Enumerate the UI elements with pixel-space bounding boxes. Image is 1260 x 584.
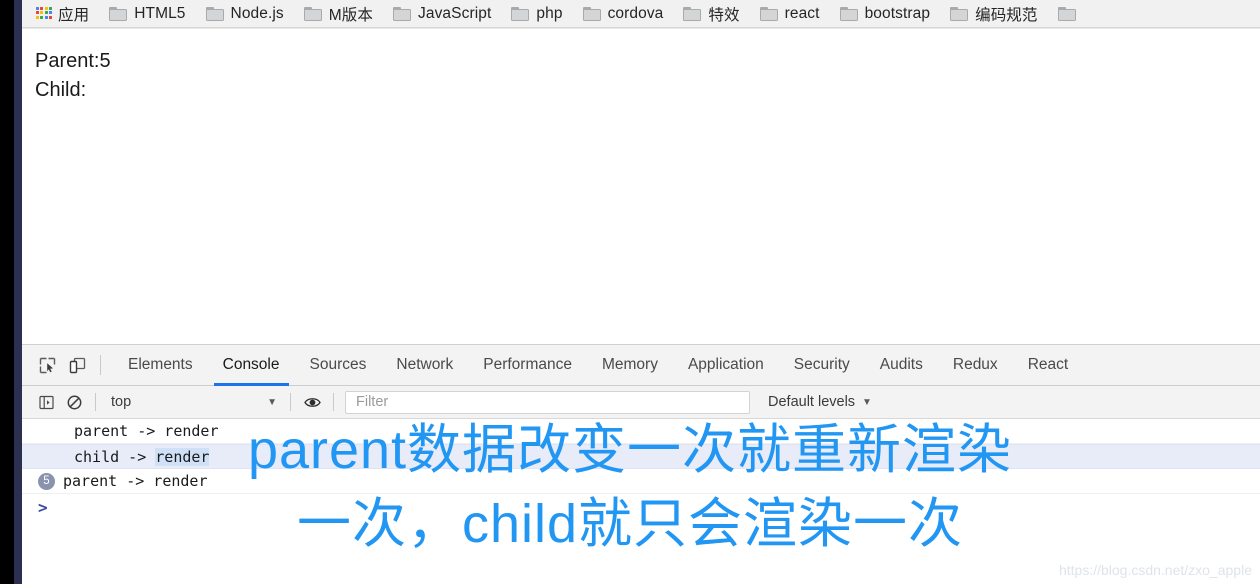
bookmark-label: Node.js	[230, 4, 284, 22]
bookmark-item-cordova[interactable]: cordova	[582, 0, 673, 27]
bookmark-apps[interactable]: 应用	[36, 0, 98, 27]
bookmark-item-javascript[interactable]: JavaScript	[393, 0, 500, 27]
execution-context-value: top	[111, 394, 132, 410]
tab-security[interactable]: Security	[779, 345, 865, 386]
tab-network[interactable]: Network	[381, 345, 468, 386]
tab-label: Memory	[601, 356, 658, 373]
device-toolbar-icon[interactable]	[62, 350, 92, 380]
console-prompt-caret: >	[38, 498, 48, 517]
chevron-down-icon: ▼	[862, 396, 872, 408]
log-levels-label: Default levels	[768, 394, 856, 410]
tab-label: Console	[222, 356, 280, 373]
folder-icon	[582, 6, 601, 21]
tab-label: Audits	[879, 356, 923, 373]
bookmark-label: php	[536, 4, 563, 22]
bookmark-item-texiao[interactable]: 特效	[683, 0, 748, 27]
folder-icon	[511, 6, 530, 21]
bookmark-item-overflow[interactable]	[1057, 0, 1092, 27]
bookmark-item-bianmaguifan[interactable]: 编码规范	[950, 0, 1046, 27]
execution-context-select[interactable]: top ▼	[103, 391, 283, 414]
console-log-selected-text: render	[155, 447, 210, 466]
live-expression-eye-icon[interactable]	[298, 388, 326, 416]
toolbar-divider	[100, 355, 101, 375]
apps-grid-icon	[36, 7, 53, 20]
tab-label: Application	[687, 356, 764, 373]
bookmark-label: bootstrap	[864, 4, 931, 22]
tab-application[interactable]: Application	[673, 345, 779, 386]
bookmark-label: HTML5	[134, 4, 186, 22]
tab-react[interactable]: React	[1013, 345, 1084, 386]
tab-performance[interactable]: Performance	[468, 345, 587, 386]
tab-audits[interactable]: Audits	[865, 345, 938, 386]
toolbar-divider	[290, 393, 291, 411]
console-log-message: parent -> render	[63, 472, 208, 490]
console-log-row-selected[interactable]: child -> render	[22, 444, 1260, 469]
tab-label: Security	[793, 356, 850, 373]
tab-console[interactable]: Console	[208, 345, 295, 386]
tab-redux[interactable]: Redux	[938, 345, 1013, 386]
folder-icon	[393, 6, 412, 21]
toolbar-divider	[95, 393, 96, 411]
tab-label: Network	[396, 356, 454, 373]
console-filter-placeholder: Filter	[356, 394, 389, 410]
folder-icon	[950, 6, 969, 21]
bookmark-label: JavaScript	[418, 4, 492, 22]
chevron-down-icon: ▼	[267, 396, 277, 408]
tab-label: React	[1027, 356, 1069, 373]
tab-memory[interactable]: Memory	[587, 345, 673, 386]
tab-label: Elements	[128, 356, 193, 373]
bookmark-label: cordova	[607, 4, 664, 22]
bookmark-item-bootstrap[interactable]: bootstrap	[839, 0, 940, 27]
folder-icon	[109, 6, 128, 21]
log-levels-select[interactable]: Default levels ▼	[768, 394, 872, 410]
tab-elements[interactable]: Elements	[113, 345, 208, 386]
bookmark-item-nodejs[interactable]: Node.js	[205, 0, 293, 27]
bookmark-item-mbanben[interactable]: M版本	[303, 0, 382, 27]
bookmark-item-react[interactable]: react	[759, 0, 829, 27]
console-filter-input[interactable]: Filter	[345, 390, 750, 414]
bookmark-apps-label: 应用	[58, 6, 90, 24]
console-log-row[interactable]: parent -> render	[22, 419, 1260, 444]
browser-window: 应用 HTML5 Node.js M版本 JavaScript php cord…	[0, 0, 1260, 584]
page-viewport: Parent:5 Child:	[22, 28, 1260, 344]
bookmark-label: 特效	[708, 6, 740, 24]
console-log-row-grouped[interactable]: 5 parent -> render	[22, 469, 1260, 494]
folder-icon	[205, 6, 224, 21]
bookmark-item-html5[interactable]: HTML5	[109, 0, 194, 27]
folder-icon	[1057, 6, 1076, 21]
bookmarks-bar: 应用 HTML5 Node.js M版本 JavaScript php cord…	[22, 0, 1260, 28]
console-prompt[interactable]: >	[22, 494, 1260, 521]
tab-label: Redux	[952, 356, 998, 373]
devtools-tabbar: Elements Console Sources Network Perform…	[22, 345, 1260, 386]
window-left-black-edge	[0, 0, 14, 584]
bookmark-item-php[interactable]: php	[511, 0, 571, 27]
console-toolbar: top ▼ Filter Default levels ▼	[22, 386, 1260, 419]
console-sidebar-icon[interactable]	[32, 388, 60, 416]
page-parent-text: Parent:5	[35, 50, 111, 72]
bookmark-label: react	[784, 4, 820, 22]
folder-icon	[759, 6, 778, 21]
devtools-panel: Elements Console Sources Network Perform…	[22, 344, 1260, 584]
toolbar-divider	[333, 393, 334, 411]
tab-label: Sources	[309, 356, 367, 373]
tab-sources[interactable]: Sources	[295, 345, 382, 386]
bookmark-label: 编码规范	[975, 6, 1038, 24]
folder-icon	[839, 6, 858, 21]
console-log-list[interactable]: parent -> render child -> render 5 paren…	[22, 419, 1260, 584]
console-log-message: child -> render	[74, 447, 210, 466]
clear-console-icon[interactable]	[60, 388, 88, 416]
window-left-navy-edge	[14, 0, 22, 584]
folder-icon	[303, 6, 322, 21]
bookmark-label: M版本	[328, 6, 374, 24]
console-log-message: parent -> render	[74, 422, 219, 440]
folder-icon	[683, 6, 702, 21]
tab-label: Performance	[483, 356, 572, 373]
inspect-element-icon[interactable]	[32, 350, 62, 380]
log-repeat-count-badge: 5	[38, 472, 55, 490]
page-child-text: Child:	[35, 79, 87, 101]
